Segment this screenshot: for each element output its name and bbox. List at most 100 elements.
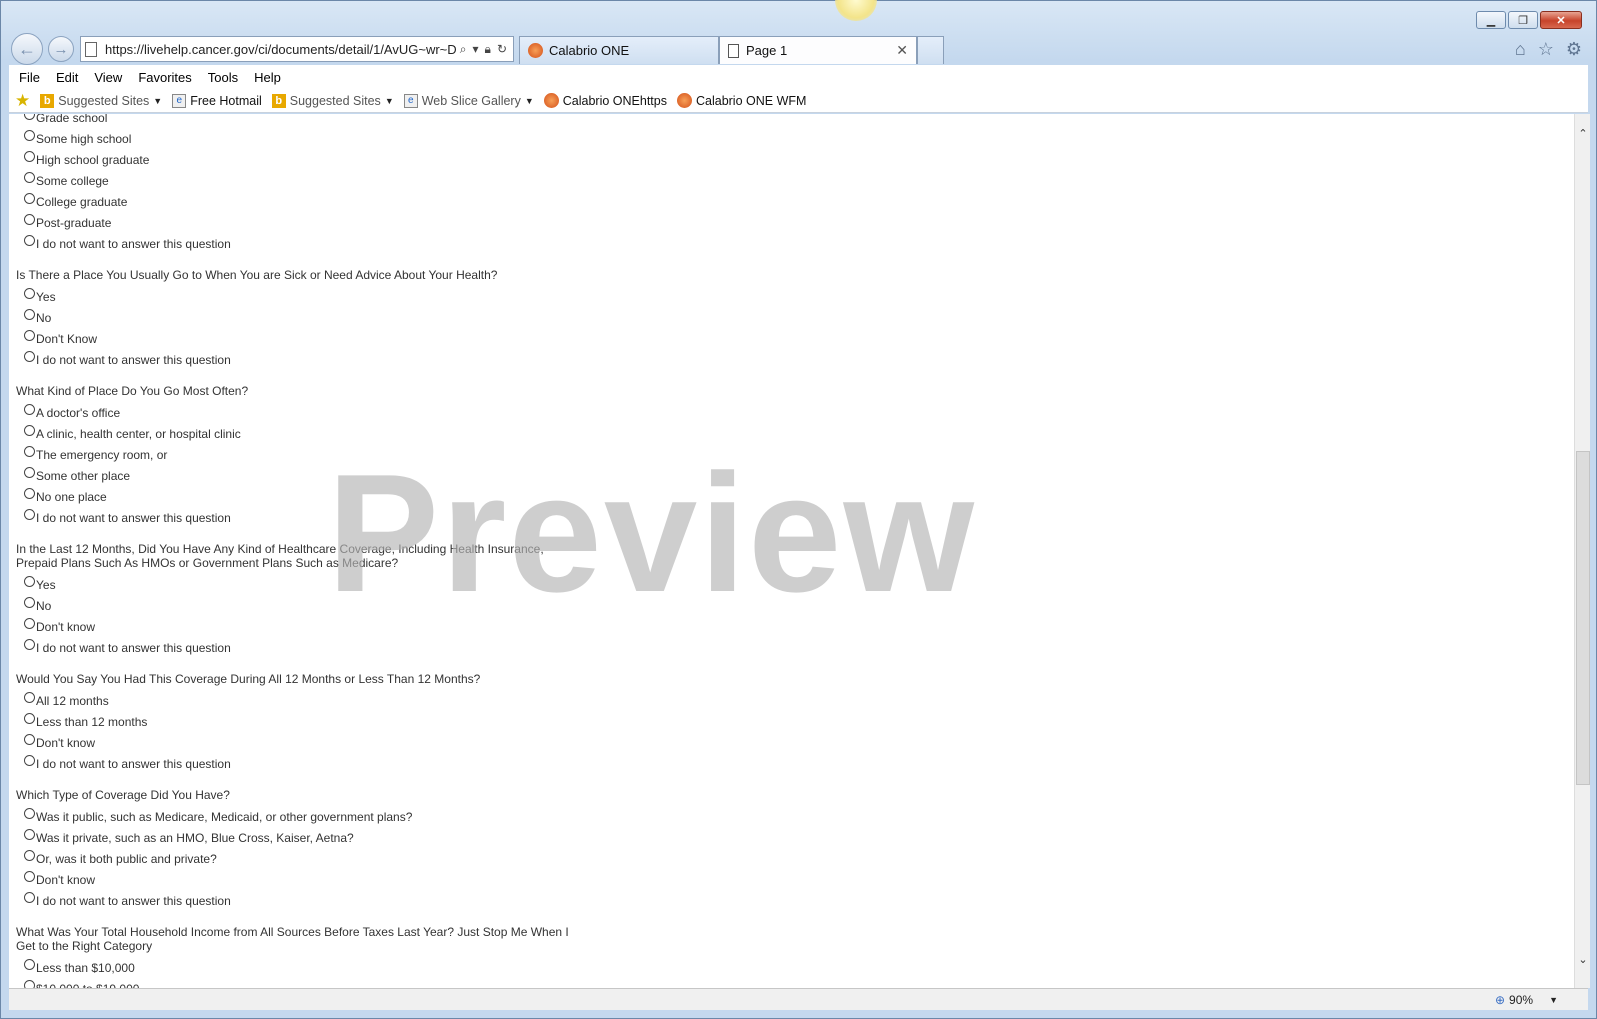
radio-button[interactable] [24, 618, 35, 629]
radio-button[interactable] [24, 808, 35, 819]
refresh-icon[interactable]: ↻ [497, 42, 507, 57]
radio-option[interactable]: No [16, 595, 569, 616]
radio-option[interactable]: I do not want to answer this question [16, 753, 569, 774]
radio-button[interactable] [24, 467, 35, 478]
radio-button[interactable] [24, 871, 35, 882]
radio-button[interactable] [24, 214, 35, 225]
radio-option[interactable]: I do not want to answer this question [16, 890, 569, 911]
menu-view[interactable]: View [94, 70, 122, 85]
chevron-down-icon[interactable]: ▼ [153, 96, 162, 106]
radio-button[interactable] [24, 235, 35, 246]
restore-icon[interactable]: ❐ [1508, 11, 1538, 29]
radio-option[interactable]: No [16, 307, 569, 328]
radio-button[interactable] [24, 288, 35, 299]
home-icon[interactable]: ⌂ [1515, 39, 1526, 60]
radio-option[interactable]: High school graduate [16, 149, 569, 170]
radio-button[interactable] [24, 309, 35, 320]
radio-option[interactable]: Yes [16, 574, 569, 595]
radio-option[interactable]: The emergency room, or [16, 444, 569, 465]
radio-button[interactable] [24, 576, 35, 587]
radio-option[interactable]: Don't know [16, 616, 569, 637]
address-url[interactable]: https://livehelp.cancer.gov/ci/documents… [105, 42, 460, 57]
radio-option[interactable]: I do not want to answer this question [16, 233, 569, 254]
radio-option[interactable]: Post-graduate [16, 212, 569, 233]
vertical-scrollbar[interactable]: ⌃ ⌄ [1574, 114, 1590, 988]
radio-button[interactable] [24, 639, 35, 650]
radio-option[interactable]: Grade school [16, 114, 569, 128]
back-arrow-icon[interactable]: ← [11, 33, 43, 65]
radio-button[interactable] [24, 980, 35, 988]
fav-web-slice-gallery[interactable]: e Web Slice Gallery ▼ [403, 93, 534, 108]
radio-button[interactable] [24, 734, 35, 745]
radio-option[interactable]: A clinic, health center, or hospital cli… [16, 423, 569, 444]
tab-calabrio-one[interactable]: Calabrio ONE [519, 36, 719, 64]
radio-button[interactable] [24, 755, 35, 766]
radio-button[interactable] [24, 959, 35, 970]
fav-suggested-sites-2[interactable]: b Suggested Sites ▼ [271, 93, 394, 108]
radio-button[interactable] [24, 692, 35, 703]
close-window-icon[interactable]: ✕ [1540, 11, 1582, 29]
radio-button[interactable] [24, 130, 35, 141]
radio-button[interactable] [24, 114, 35, 120]
radio-button[interactable] [24, 713, 35, 724]
lock-icon[interactable]: 🔒︎ [485, 42, 491, 57]
radio-option[interactable]: Don't know [16, 732, 569, 753]
scroll-thumb[interactable] [1576, 451, 1590, 785]
minimize-icon[interactable]: ▁ [1476, 11, 1506, 29]
radio-option[interactable]: Less than 12 months [16, 711, 569, 732]
address-bar[interactable]: https://livehelp.cancer.gov/ci/documents… [80, 36, 514, 62]
radio-button[interactable] [24, 597, 35, 608]
chevron-down-icon[interactable]: ▼ [385, 96, 394, 106]
radio-option[interactable]: Don't know [16, 869, 569, 890]
radio-option[interactable]: Was it private, such as an HMO, Blue Cro… [16, 827, 569, 848]
radio-button[interactable] [24, 172, 35, 183]
fav-suggested-sites[interactable]: b Suggested Sites ▼ [40, 93, 162, 108]
radio-button[interactable] [24, 850, 35, 861]
menu-file[interactable]: File [19, 70, 40, 85]
add-favorites-star-icon[interactable]: ★ [15, 91, 30, 111]
scroll-down-icon[interactable]: ⌄ [1575, 950, 1591, 968]
radio-option[interactable]: I do not want to answer this question [16, 349, 569, 370]
radio-option[interactable]: A doctor's office [16, 402, 569, 423]
gear-icon[interactable]: ⚙ [1566, 39, 1582, 60]
radio-option[interactable]: College graduate [16, 191, 569, 212]
radio-option[interactable]: Some high school [16, 128, 569, 149]
scroll-up-icon[interactable]: ⌃ [1575, 124, 1591, 142]
radio-button[interactable] [24, 829, 35, 840]
radio-button[interactable] [24, 509, 35, 520]
radio-button[interactable] [24, 488, 35, 499]
fav-free-hotmail[interactable]: e Free Hotmail [172, 93, 262, 108]
radio-option[interactable]: Yes [16, 286, 569, 307]
radio-option[interactable]: Don't Know [16, 328, 569, 349]
search-icon[interactable]: ⌕ [460, 42, 467, 57]
radio-button[interactable] [24, 193, 35, 204]
menu-help[interactable]: Help [254, 70, 281, 85]
radio-option[interactable]: Some college [16, 170, 569, 191]
radio-option[interactable]: $10,000 to $19,000 [16, 978, 569, 988]
fav-calabrio-one-wfm[interactable]: Calabrio ONE WFM [676, 93, 806, 108]
radio-button[interactable] [24, 151, 35, 162]
radio-button[interactable] [24, 425, 35, 436]
chevron-down-icon[interactable]: ▼ [1549, 995, 1558, 1005]
radio-option[interactable]: I do not want to answer this question [16, 507, 569, 528]
radio-option[interactable]: Or, was it both public and private? [16, 848, 569, 869]
radio-option[interactable]: I do not want to answer this question [16, 637, 569, 658]
menu-favorites[interactable]: Favorites [138, 70, 191, 85]
radio-button[interactable] [24, 404, 35, 415]
radio-option[interactable]: All 12 months [16, 690, 569, 711]
fav-calabrio-onehttps[interactable]: Calabrio ONEhttps [543, 93, 667, 108]
radio-button[interactable] [24, 351, 35, 362]
radio-option[interactable]: No one place [16, 486, 569, 507]
radio-button[interactable] [24, 446, 35, 457]
tab-page-1[interactable]: Page 1 ✕ [719, 36, 917, 64]
menu-edit[interactable]: Edit [56, 70, 78, 85]
favorites-star-icon[interactable]: ☆ [1538, 39, 1554, 60]
radio-option[interactable]: Less than $10,000 [16, 957, 569, 978]
radio-button[interactable] [24, 330, 35, 341]
close-tab-icon[interactable]: ✕ [896, 42, 908, 59]
radio-option[interactable]: Was it public, such as Medicare, Medicai… [16, 806, 569, 827]
zoom-control[interactable]: ⊕ 90% ▼ [1495, 993, 1558, 1007]
forward-arrow-icon[interactable]: → [48, 36, 74, 62]
chevron-down-icon[interactable]: ▼ [525, 96, 534, 106]
new-tab-button[interactable] [917, 36, 944, 64]
